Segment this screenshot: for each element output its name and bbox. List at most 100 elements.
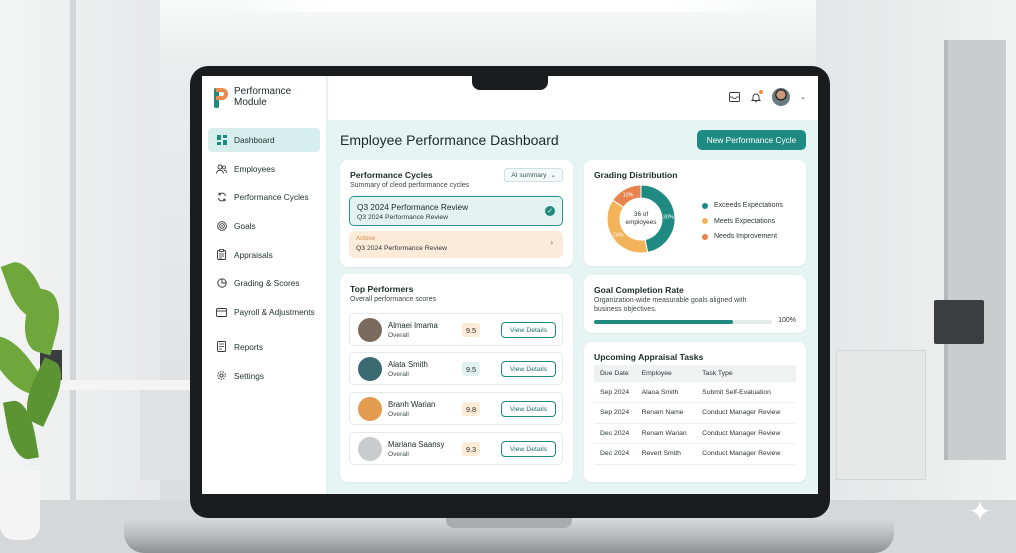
brand-name-line1: Performance: [234, 86, 292, 97]
table-cell: Renam Name: [635, 402, 697, 424]
gear-icon: [216, 370, 227, 381]
top-performers-subtitle: Overall performance scores: [350, 296, 436, 303]
plant-pot: [0, 470, 40, 540]
performer-sub: Overall: [388, 411, 409, 418]
cycle-item-selected[interactable]: Q3 2024 Performance Review Q3 2024 Perfo…: [349, 196, 563, 226]
brand-name: Performance Module: [234, 86, 291, 108]
table-cell: Conduct Manager Review: [696, 443, 796, 465]
sidebar-item-label: Reports: [234, 341, 264, 352]
table-row[interactable]: Dec 2024 Renam Warian Conduct Manager Re…: [594, 423, 796, 444]
cycle-title: Q3 2024 Performance Review: [357, 202, 469, 212]
sidebar-item-settings[interactable]: Settings: [208, 364, 320, 388]
table-row[interactable]: Dec 2024 Revert Smith Conduct Manager Re…: [594, 443, 796, 465]
table-scroll-fade: [584, 466, 806, 482]
performer-row: Mariana Saansy Overall 9.3 View Details: [349, 432, 563, 465]
legend-label: Exceeds Expectations: [714, 202, 783, 210]
report-icon: [216, 341, 227, 353]
top-bar-actions: ⌄: [728, 88, 806, 106]
sidebar-item-label: Dashboard: [234, 135, 275, 145]
grading-donut-chart: 30% 24% 10% 36 of employees: [606, 184, 676, 254]
goal-progress-fill: [594, 320, 733, 324]
performer-sub: Overall: [388, 371, 409, 378]
bell-icon[interactable]: [750, 90, 764, 103]
sidebar-item-label: Settings: [234, 370, 264, 381]
table-cell: Sep 2024: [594, 382, 636, 403]
legend-swatch: [702, 202, 708, 209]
sidebar-item-performance-cycles[interactable]: Performance Cycles: [208, 185, 320, 209]
check-icon: ✓: [545, 206, 555, 216]
sidebar-item-label: Appraisals: [234, 249, 273, 260]
column-header: Due Date: [594, 365, 636, 382]
donut-center-line1: 36 of: [634, 211, 648, 218]
sidebar-item-dashboard[interactable]: Dashboard: [208, 128, 320, 152]
sidebar-nav: Dashboard Employees Performance Cycles G…: [208, 128, 320, 392]
avatar: [358, 437, 382, 461]
performer-name: Almaei Imama: [388, 321, 438, 330]
table-cell: Dec 2024: [594, 423, 636, 444]
receipt-icon: [216, 307, 227, 318]
table-cell: Submit Self-Evaluation: [696, 382, 796, 403]
sidebar-item-label: Employees: [234, 163, 276, 174]
table-cell: Conduct Manager Review: [696, 423, 796, 444]
legend-label: Needs Improvement: [714, 233, 778, 241]
page-title: Employee Performance Dashboard: [340, 132, 559, 148]
performer-name: Alata Smith: [388, 360, 428, 369]
sidebar: Performance Module Dashboard Employees P…: [202, 76, 327, 494]
sidebar-item-grading-scores[interactable]: Grading & Scores: [208, 271, 320, 295]
sidebar-item-label: Goals: [234, 221, 256, 232]
legend-item: Needs Improvement: [702, 229, 783, 245]
notification-dot: [759, 90, 764, 94]
score-badge: 9.5: [462, 362, 480, 376]
donut-data-label: 30%: [663, 214, 674, 220]
performer-row: Alata Smith Overall 9.5 View Details: [349, 352, 563, 385]
score-badge: 9.3: [462, 442, 480, 456]
table-row[interactable]: Sep 2024 Alaoa Smith Submit Self-Evaluat…: [594, 382, 796, 403]
table-cell: Sep 2024: [594, 402, 636, 424]
brand: Performance Module: [214, 86, 291, 110]
chevron-right-icon: ›: [550, 238, 553, 247]
performance-cycles-card: Performance Cycles Summary of cleod perf…: [340, 160, 573, 267]
sidebar-item-payroll-adjustments[interactable]: Payroll & Adjustments: [208, 300, 320, 324]
chevron-down-icon[interactable]: ⌄: [800, 93, 806, 101]
sidebar-item-goals[interactable]: Goals: [208, 214, 320, 238]
goal-completion-card: Goal Completion Rate Organization-wide m…: [584, 275, 806, 333]
grid-icon: [216, 135, 227, 146]
table-cell: Revert Smith: [635, 443, 697, 465]
grading-distribution-card: Grading Distribution 30% 24% 10% 36 of emp…: [584, 160, 806, 266]
sparkle-icon: ✦: [968, 496, 992, 527]
view-details-button[interactable]: View Details: [501, 361, 556, 377]
brand-logo-icon: [214, 88, 228, 110]
avatar: [358, 397, 382, 421]
sidebar-item-employees[interactable]: Employees: [208, 157, 320, 181]
donut-slice[interactable]: [606, 199, 649, 254]
appraisal-tasks-card: Upcoming Appraisal Tasks Due Date Employ…: [584, 342, 806, 482]
view-details-button[interactable]: View Details: [501, 401, 556, 417]
target-icon: [216, 221, 227, 232]
laptop-base: [124, 518, 894, 553]
table-cell: Conduct Manager Review: [696, 402, 796, 424]
sidebar-item-reports[interactable]: Reports: [208, 335, 320, 359]
performer-sub: Overall: [388, 451, 409, 458]
background-glass-door: [944, 40, 1006, 460]
column-header: Task Type: [696, 365, 796, 382]
table-row[interactable]: Sep 2024 Renam Name Conduct Manager Revi…: [594, 402, 796, 424]
performance-cycles-title: Performance Cycles: [350, 170, 433, 180]
sidebar-item-appraisals[interactable]: Appraisals: [208, 243, 320, 267]
ai-summary-dropdown[interactable]: AI summary ⌄: [504, 168, 563, 182]
legend-label: Meets Expectations: [714, 217, 776, 225]
view-details-button[interactable]: View Details: [501, 441, 556, 457]
performance-cycles-subtitle: Summary of cleod performance cycles: [350, 182, 470, 189]
avatar: [358, 357, 382, 381]
table-cell: Dec 2024: [594, 443, 636, 465]
column-header: Employee: [635, 365, 697, 382]
new-performance-cycle-button[interactable]: New Performance Cycle: [697, 130, 806, 150]
performer-row: Almaei Imama Overall 9.5 View Details: [349, 313, 563, 346]
user-avatar[interactable]: [772, 88, 791, 106]
goal-progress-label: 100%: [778, 317, 796, 324]
plant-decoration: [0, 250, 71, 480]
inbox-icon[interactable]: [728, 91, 740, 103]
cycle-item-active[interactable]: Actove Q3 2024 Performance Review ›: [349, 231, 563, 258]
view-details-button[interactable]: View Details: [501, 322, 556, 338]
grading-legend: Exceeds Expectations Meets Expectations …: [702, 198, 783, 245]
legend-item: Meets Expectations: [702, 214, 783, 230]
